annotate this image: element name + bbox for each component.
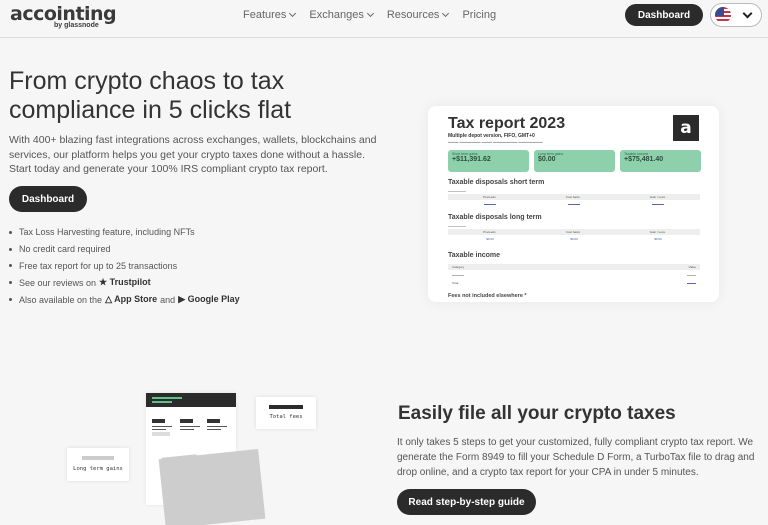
bullet-text: Tax Loss Harvesting feature, including N… [19, 227, 195, 238]
list-item: Also available on the △ App Store and ▶ Goo… [9, 291, 243, 308]
table-row: ▬▬▬▬ ▬▬▬▬ ▬▬▬▬ [484, 202, 664, 206]
bullet-text: Free tax report for up to 25 transaction… [19, 260, 178, 271]
nav-label: Features [243, 9, 287, 21]
cell: $0.00 [654, 237, 662, 241]
bullet-text: Also available on the [19, 294, 103, 305]
chevron-down-icon [742, 8, 753, 19]
column-header: Category [452, 265, 465, 269]
table-header: Proceeds Cost basis Gain / Loss [448, 229, 700, 235]
value-bar [82, 456, 114, 460]
stat-card: Short term gains +$11,391.62 [448, 150, 529, 172]
link-text: Trustpilot [109, 277, 151, 288]
table-header: Proceeds Cost basis Gain / Loss [448, 194, 700, 200]
accointing-logo-icon: a [673, 115, 699, 141]
list-item: See our reviews on ★ Trustpilot [9, 274, 243, 291]
stat-card: Taxable income +$75,481.40 [620, 150, 701, 172]
us-flag-icon [715, 7, 731, 23]
stat-value: $0.00 [538, 156, 556, 163]
section-title: Taxable disposals short term [448, 179, 545, 186]
report-title: Tax report 2023 [448, 115, 566, 132]
star-icon: ★ [99, 277, 108, 288]
list-item: No credit card required [9, 241, 243, 258]
nav-label: Resources [386, 9, 440, 21]
column-header: Gain / Loss [649, 230, 665, 234]
section-title: Taxable income [448, 252, 501, 259]
read-guide-button[interactable]: Read step-by-step guide [397, 489, 536, 515]
column-header: Proceeds [483, 230, 496, 234]
nav-resources[interactable]: Resources [386, 9, 450, 21]
chevron-down-icon [366, 9, 374, 18]
google-play-link[interactable]: ▶ Google Play [178, 294, 239, 305]
chevron-down-icon [289, 9, 297, 18]
bullet-text: No credit card required [19, 244, 111, 255]
table-row: $0.00 $0.00 $0.00 [448, 236, 700, 242]
nav-label: Pricing [462, 9, 497, 21]
section-title: Fees not included elsewhere * [448, 293, 527, 299]
report-meta: ▬▬▬ ▬▬▬▬▬▬ ▬▬▬ ▬▬▬▬▬▬▬ ▬▬▬▬▬▬▬ [448, 140, 543, 144]
app-store-link[interactable]: △ App Store [105, 294, 157, 305]
logo-text: accointing [10, 3, 117, 25]
site-header: accointing by glassnode Features Exchang… [0, 0, 768, 38]
google-play-icon: ▶ [178, 294, 186, 305]
section-title: Easily file all your crypto taxes [398, 403, 676, 424]
hero-title: From crypto chaos to tax compliance in 5… [9, 67, 292, 124]
table-row: Total ▬▬▬ [452, 281, 696, 285]
column-header: Proceeds [483, 195, 496, 199]
card-label: Total fees [269, 414, 303, 420]
value-bar [269, 405, 303, 409]
long-term-gains-card: Long term gains [67, 448, 129, 481]
bullet-text: and [160, 294, 176, 305]
logo[interactable]: accointing by glassnode [10, 3, 117, 29]
section-title: Taxable disposals long term [448, 214, 542, 221]
cell: $0.00 [570, 237, 578, 241]
language-selector[interactable] [710, 3, 762, 27]
total-fees-card: Total fees [256, 397, 316, 429]
document-header [146, 393, 236, 407]
section-description: It only takes 5 steps to get your custom… [397, 437, 755, 478]
nav-pricing[interactable]: Pricing [462, 9, 496, 21]
report-stats: Short term gains +$11,391.62 Long term ga… [448, 150, 701, 172]
stat-value: +$11,391.62 [452, 156, 491, 163]
hero-description: With 400+ blazing fast integrations acro… [9, 134, 377, 175]
section-subtitle: ▬▬▬▬▬▬ [448, 189, 466, 193]
column-header: Value [688, 265, 696, 269]
nav-label: Exchanges [309, 9, 364, 21]
header-dashboard-button[interactable]: Dashboard [625, 4, 703, 26]
card-label: Long term gains [73, 466, 123, 472]
link-text: App Store [114, 294, 158, 305]
nav-exchanges[interactable]: Exchanges [309, 9, 374, 21]
list-item: Free tax report for up to 25 transaction… [9, 258, 243, 275]
stat-value: +$75,481.40 [624, 156, 664, 163]
link-text: Google Play [187, 294, 240, 305]
hero-dashboard-button[interactable]: Dashboard [9, 186, 87, 212]
main-nav: Features Exchanges Resources Pricing [243, 9, 496, 21]
column-header: Gain / Loss [649, 195, 665, 199]
tax-report-preview: Tax report 2023 Multiple depot version, … [428, 106, 719, 302]
cell: $0.00 [486, 237, 494, 241]
section-subtitle: ▬▬▬▬▬▬ [448, 224, 466, 228]
trustpilot-link[interactable]: ★ Trustpilot [99, 277, 151, 288]
chevron-down-icon [442, 9, 450, 18]
column-header: Cost basis [565, 230, 580, 234]
folder-illustration [158, 448, 266, 525]
logo-subtext: by glassnode [54, 22, 99, 29]
cell: Total [452, 281, 459, 285]
stat-card: Long term gains $0.00 [534, 150, 615, 172]
table-row: ▬▬▬▬ ▬▬▬ [452, 273, 696, 277]
app-store-icon: △ [105, 294, 112, 305]
table-header: Category Value [448, 264, 700, 270]
nav-features[interactable]: Features [243, 9, 297, 21]
bullet-text: See our reviews on [19, 277, 97, 288]
feature-list: Tax Loss Harvesting feature, including N… [9, 224, 243, 308]
list-item: Tax Loss Harvesting feature, including N… [9, 224, 243, 241]
column-header: Cost basis [565, 195, 580, 199]
report-subtitle: Multiple depot version, FIFO, GMT+0 [448, 133, 535, 139]
